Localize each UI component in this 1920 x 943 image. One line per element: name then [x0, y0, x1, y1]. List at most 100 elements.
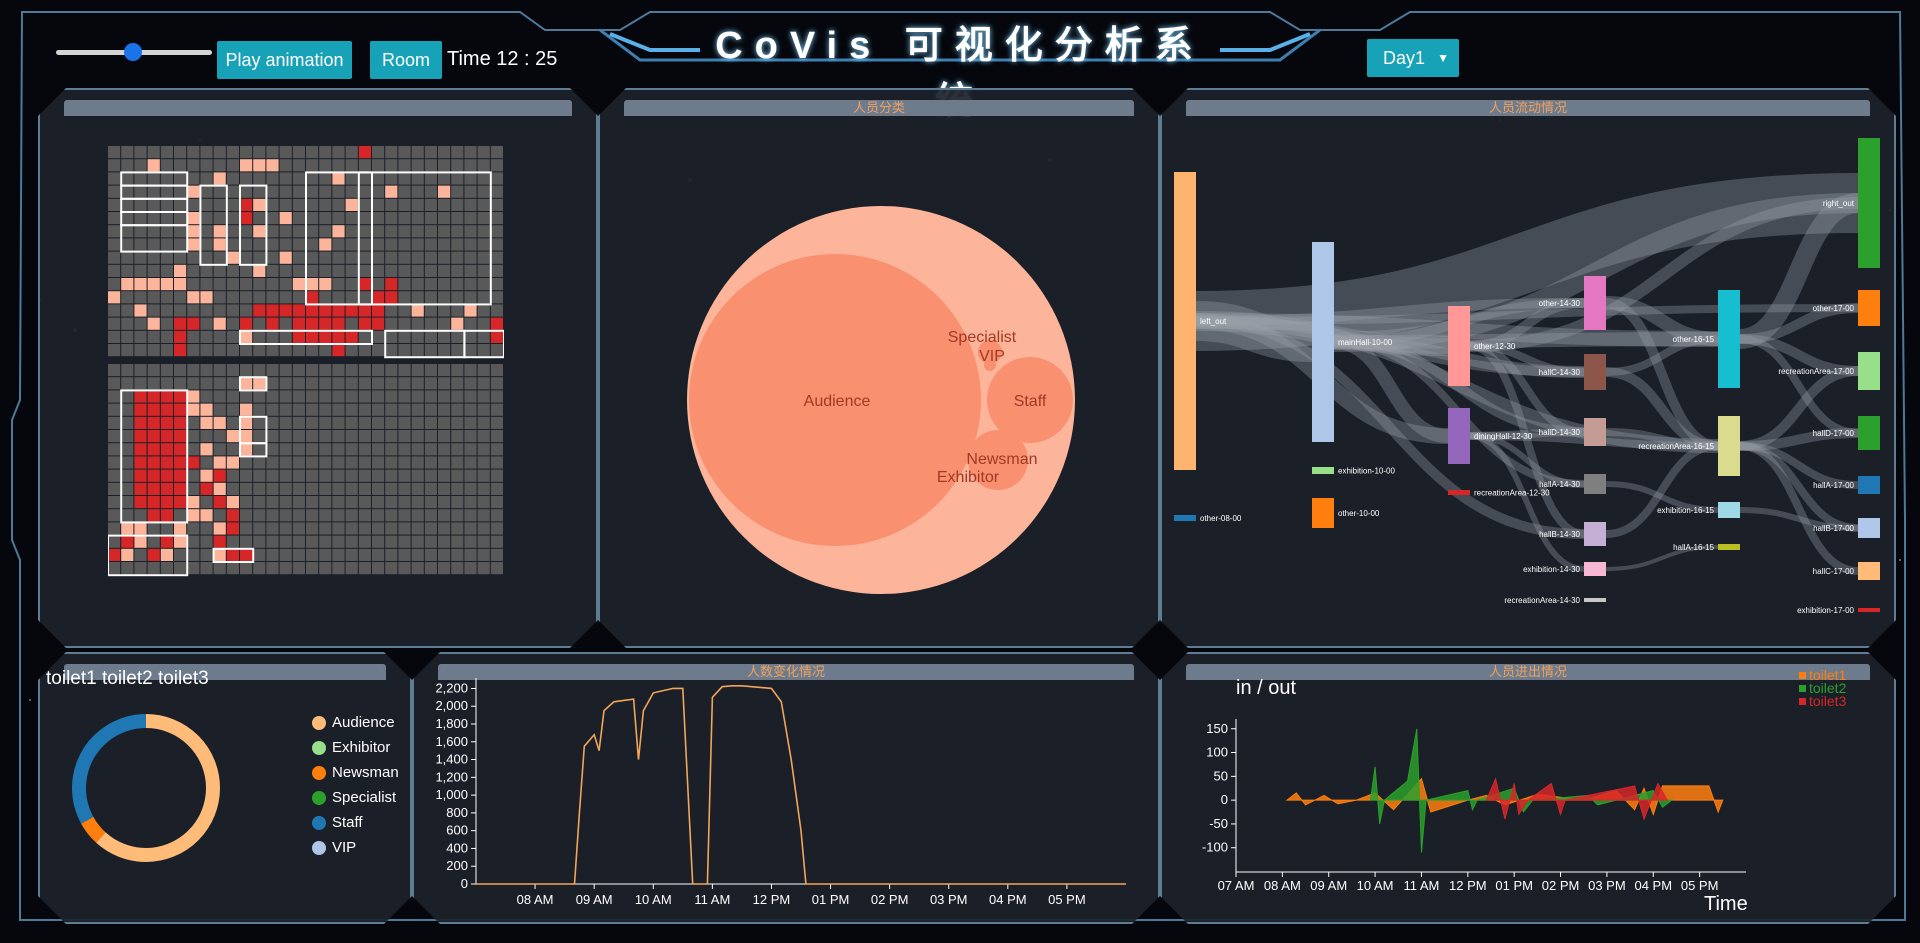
heatmap-cell [438, 278, 450, 290]
heatmap-cell [187, 509, 199, 521]
heatmap-cell [398, 278, 410, 290]
toilet-selector[interactable]: toilet1 toilet2 toilet3 [46, 668, 209, 690]
sankey-node[interactable] [1584, 418, 1606, 446]
heatmap-cell [280, 344, 292, 356]
sankey-node[interactable] [1448, 306, 1470, 386]
heatmap-cell [121, 364, 133, 376]
sankey-node[interactable] [1718, 502, 1740, 518]
heatmap-cell [108, 390, 120, 402]
sankey-node[interactable] [1312, 242, 1334, 442]
room-button[interactable]: Room [370, 41, 442, 79]
heatmap-cell [148, 522, 160, 534]
sankey-node[interactable] [1584, 354, 1606, 390]
sankey-node[interactable] [1718, 290, 1740, 388]
heatmap-cell [280, 186, 292, 198]
heatmap-cell [332, 344, 344, 356]
sankey-node[interactable] [1174, 515, 1196, 521]
heatmap-cell [451, 212, 463, 224]
heatmap-cell [108, 496, 120, 508]
sankey-node[interactable] [1584, 474, 1606, 494]
sankey-node-label: hallB-14-30 [1539, 530, 1580, 539]
heatmap-cell [161, 417, 173, 429]
legend-swatch [1799, 672, 1806, 679]
heatmap-cell [359, 331, 371, 343]
legend-specialist[interactable]: Specialist [312, 789, 396, 806]
heatmap-cell [253, 304, 265, 316]
slider-handle[interactable] [124, 43, 142, 61]
heatmap-cell [280, 331, 292, 343]
sankey-node[interactable] [1858, 608, 1880, 612]
heatmap-cell [438, 252, 450, 264]
heatmap-cell [200, 430, 212, 442]
bubble-label-exhibitor: Exhibitor [937, 469, 1000, 486]
heatmap-cell [240, 159, 252, 171]
sankey-node[interactable] [1174, 172, 1196, 470]
heatmap-cell [438, 212, 450, 224]
heatmap-cell [227, 377, 239, 389]
sankey-node[interactable] [1584, 598, 1606, 602]
sankey-node[interactable] [1312, 467, 1334, 474]
heatmap-cell [478, 304, 490, 316]
sankey-node[interactable] [1584, 276, 1606, 330]
heatmap-cell [398, 212, 410, 224]
heatmap-cell [398, 562, 410, 574]
heatmap-cell [148, 318, 160, 330]
heatmap-cell [214, 417, 226, 429]
heatmap-cell [491, 252, 503, 264]
sankey-node[interactable] [1718, 416, 1740, 476]
heatmap-cell [240, 364, 252, 376]
heatmap-cell [266, 456, 278, 468]
heatmap-cell [174, 364, 186, 376]
x-tick-label: 05 PM [1048, 892, 1086, 907]
x-tick-label: 03 PM [1588, 878, 1626, 893]
heatmap-cell [478, 404, 490, 416]
bubble-label-newsman: Newsman [966, 451, 1037, 468]
heatmap-cell [227, 146, 239, 158]
legend-staff[interactable]: Staff [312, 814, 363, 831]
time-slider[interactable] [56, 43, 212, 61]
sankey-node[interactable] [1858, 562, 1880, 580]
sankey-node[interactable] [1448, 408, 1470, 464]
sankey-node[interactable] [1584, 562, 1606, 576]
heatmap-cell [359, 304, 371, 316]
heatmap-cell [306, 199, 318, 211]
heatmap-cell [332, 146, 344, 158]
sankey-node[interactable] [1312, 498, 1334, 528]
sankey-node[interactable] [1858, 416, 1880, 450]
heatmap-cell [134, 252, 146, 264]
sankey-node[interactable] [1718, 544, 1740, 550]
sankey-node-label: recreationArea-16-15 [1638, 442, 1714, 451]
day-select[interactable]: Day1 ▼ [1367, 39, 1459, 77]
sankey-node[interactable] [1448, 490, 1470, 495]
heatmap-cell [412, 549, 424, 561]
heatmap-cell [451, 291, 463, 303]
play-animation-button[interactable]: Play animation [217, 41, 352, 79]
sankey-node[interactable] [1858, 352, 1880, 390]
heatmap-cell [108, 238, 120, 250]
heatmap-cell [134, 536, 146, 548]
sankey-node[interactable] [1858, 138, 1880, 268]
legend-newsman[interactable]: Newsman [312, 764, 399, 781]
heatmap-cell [187, 390, 199, 402]
floor-heatmap[interactable] [108, 146, 504, 594]
sankey-node[interactable] [1584, 522, 1606, 546]
heatmap-cell [174, 456, 186, 468]
heatmap-cell [174, 344, 186, 356]
legend-exhibitor[interactable]: Exhibitor [312, 739, 390, 756]
legend-audience[interactable]: Audience [312, 714, 395, 731]
sankey-node[interactable] [1858, 476, 1880, 494]
heatmap-cell [451, 364, 463, 376]
heatmap-cell [200, 146, 212, 158]
sankey-node[interactable] [1858, 290, 1880, 326]
heatmap-cell [491, 146, 503, 158]
heatmap-cell [108, 443, 120, 455]
heatmap-cell [412, 443, 424, 455]
heatmap-cell [187, 522, 199, 534]
heatmap-cell [240, 146, 252, 158]
heatmap-cell [161, 331, 173, 343]
legend-vip[interactable]: VIP [312, 839, 356, 856]
heatmap-cell [398, 252, 410, 264]
heatmap-cell [385, 278, 397, 290]
heatmap-cell [451, 430, 463, 442]
sankey-node[interactable] [1858, 518, 1880, 538]
